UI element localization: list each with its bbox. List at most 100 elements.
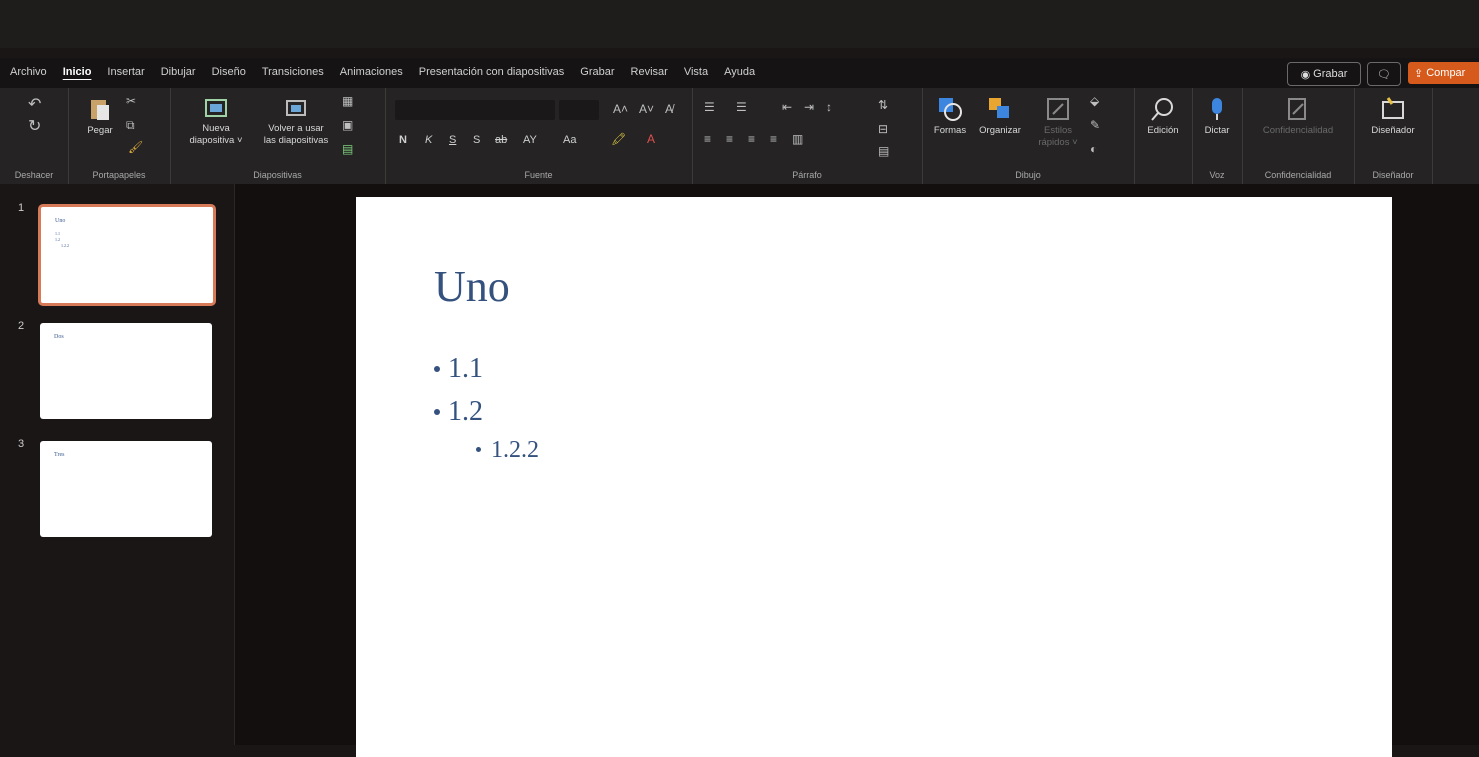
designer-button[interactable]: Diseñador xyxy=(1360,96,1426,137)
italic-button[interactable]: K xyxy=(425,134,432,146)
justify-icon[interactable]: ≡ xyxy=(770,132,777,146)
bullet-text: 1.1 xyxy=(448,353,483,384)
arrange-label: Organizar xyxy=(979,125,1021,136)
search-icon xyxy=(1151,98,1173,121)
clear-format-icon[interactable]: A̸ xyxy=(665,102,673,116)
slide-thumbnail-2[interactable]: Dos xyxy=(40,323,212,419)
slide-title[interactable]: Uno xyxy=(434,261,510,312)
quick-styles-button[interactable]: Estilos rápidos ˅ xyxy=(1032,96,1084,149)
slide-canvas[interactable]: Uno 1.1 1.2 1.2.2 xyxy=(356,197,1392,757)
reset-icon[interactable]: ▣ xyxy=(342,118,353,132)
align-right-icon[interactable]: ≡ xyxy=(748,132,755,146)
bullet-dot xyxy=(434,365,440,372)
new-slide-button[interactable]: Nueva diapositiva ˅ xyxy=(176,96,256,147)
format-painter-icon[interactable]: 🖌 xyxy=(128,140,143,154)
change-case-button[interactable]: Aa xyxy=(563,134,576,146)
undo-icon[interactable]: ↶ xyxy=(28,94,41,114)
tab-ayuda[interactable]: Ayuda xyxy=(716,66,763,78)
copy-icon[interactable]: ⧉ xyxy=(126,118,135,133)
bullet-dot xyxy=(434,408,440,415)
designer-icon xyxy=(1382,97,1404,119)
slide-thumbnail-1[interactable]: Uno 1.1 1.2 1.2.2 xyxy=(38,204,216,306)
font-color-icon[interactable]: A xyxy=(647,132,655,146)
group-label-slides: Diapositivas xyxy=(253,170,302,180)
strikethrough-button[interactable]: ab xyxy=(495,134,507,146)
bullet-item[interactable]: 1.1 xyxy=(434,353,483,385)
comments-button[interactable]: 🗨 xyxy=(1367,62,1401,86)
numbering-icon[interactable]: ☰ xyxy=(736,100,747,114)
underline-button[interactable]: S xyxy=(449,134,456,146)
shape-effects-icon[interactable]: ◐ xyxy=(1090,142,1097,156)
new-slide-icon xyxy=(205,99,227,117)
sensitivity-icon xyxy=(1288,98,1306,120)
smartart-icon[interactable]: ▤ xyxy=(878,144,889,158)
tab-archivo[interactable]: Archivo xyxy=(10,66,55,78)
share-button[interactable]: ⇪ Compar xyxy=(1408,62,1479,84)
bullets-icon[interactable]: ☰ xyxy=(704,100,715,114)
tab-grabar[interactable]: Grabar xyxy=(572,66,622,78)
align-text-icon[interactable]: ⊟ xyxy=(878,122,888,136)
tab-vista[interactable]: Vista xyxy=(676,66,716,78)
quick-styles-label-1: Estilos xyxy=(1044,125,1072,136)
char-spacing-button[interactable]: AY xyxy=(523,134,537,146)
tab-transiciones[interactable]: Transiciones xyxy=(254,66,332,78)
group-label-undo: Deshacer xyxy=(14,170,54,180)
decrease-indent-icon[interactable]: ⇤ xyxy=(782,100,792,114)
shrink-font-icon[interactable]: A˅ xyxy=(639,102,654,116)
group-label-designer: Diseñador xyxy=(1372,170,1414,180)
grow-font-icon[interactable]: A˄ xyxy=(613,102,628,116)
editing-button[interactable]: Edición xyxy=(1138,96,1188,137)
font-name-box[interactable] xyxy=(395,100,555,120)
align-left-icon[interactable]: ≡ xyxy=(704,132,711,146)
group-label-clipboard: Portapapeles xyxy=(92,170,146,180)
group-slides: Nueva diapositiva ˅ Volver a usar las di… xyxy=(170,88,386,184)
increase-indent-icon[interactable]: ⇥ xyxy=(804,100,814,114)
group-label-font: Fuente xyxy=(524,170,553,180)
bullet-item[interactable]: 1.2 xyxy=(434,396,483,428)
group-label-sensitivity: Confidencialidad xyxy=(1264,170,1332,180)
tab-diseno[interactable]: Diseño xyxy=(204,66,254,78)
bullet-text: 1.2.2 xyxy=(491,437,539,463)
new-slide-label-2: diapositiva ˅ xyxy=(189,135,243,146)
highlight-icon[interactable]: 🖍 xyxy=(611,132,626,146)
paste-button[interactable]: Pegar xyxy=(82,96,118,137)
reuse-slides-button[interactable]: Volver a usar las diapositivas xyxy=(256,96,336,147)
cut-icon[interactable]: ✂ xyxy=(126,94,136,108)
shapes-button[interactable]: Formas xyxy=(928,96,972,137)
tab-inicio[interactable]: Inicio xyxy=(55,66,100,78)
tab-animaciones[interactable]: Animaciones xyxy=(332,66,411,78)
record-button[interactable]: ◉ Grabar xyxy=(1287,62,1361,86)
text-direction-icon[interactable]: ⇅ xyxy=(878,98,888,112)
line-spacing-icon[interactable]: ↕ xyxy=(826,100,832,114)
thumbnail-number: 2 xyxy=(18,320,25,332)
dictate-button[interactable]: Dictar xyxy=(1196,96,1238,137)
tab-dibujar[interactable]: Dibujar xyxy=(153,66,204,78)
shapes-label: Formas xyxy=(933,125,967,136)
shape-outline-icon[interactable]: ✎ xyxy=(1090,118,1100,132)
font-size-box[interactable] xyxy=(559,100,599,120)
tab-presentacion[interactable]: Presentación con diapositivas xyxy=(411,66,573,78)
section-icon[interactable]: ▤ xyxy=(342,142,353,156)
arrange-button[interactable]: Organizar xyxy=(974,96,1026,137)
align-center-icon[interactable]: ≡ xyxy=(726,132,733,146)
reuse-slides-label-1: Volver a usar xyxy=(268,123,324,134)
group-font: A˄ A˅ A̸ N K S S ab AY Aa 🖍 A Fuente xyxy=(385,88,693,184)
quick-styles-icon xyxy=(1047,98,1069,120)
slide-thumbnail-3[interactable]: Tres xyxy=(40,441,212,537)
bold-button[interactable]: N xyxy=(399,134,407,146)
group-editing: Edición xyxy=(1134,88,1193,184)
columns-icon[interactable]: ▥ xyxy=(792,132,803,146)
tab-revisar[interactable]: Revisar xyxy=(623,66,676,78)
layout-icon[interactable]: ▦ xyxy=(342,94,353,108)
shape-fill-icon[interactable]: ⬙ xyxy=(1090,94,1099,108)
tab-insertar[interactable]: Insertar xyxy=(99,66,152,78)
shadow-button[interactable]: S xyxy=(473,134,480,146)
reuse-slides-label-2: las diapositivas xyxy=(263,135,329,146)
sub-bullet-item[interactable]: 1.2.2 xyxy=(476,437,539,464)
share-label: Compar xyxy=(1426,67,1466,79)
comment-icon: 🗨 xyxy=(1377,68,1391,81)
paste-label: Pegar xyxy=(87,125,113,136)
sensitivity-button[interactable]: Confidencialidad xyxy=(1248,96,1348,137)
redo-icon[interactable]: ↻ xyxy=(28,116,41,136)
record-icon: ◉ xyxy=(1300,68,1311,81)
